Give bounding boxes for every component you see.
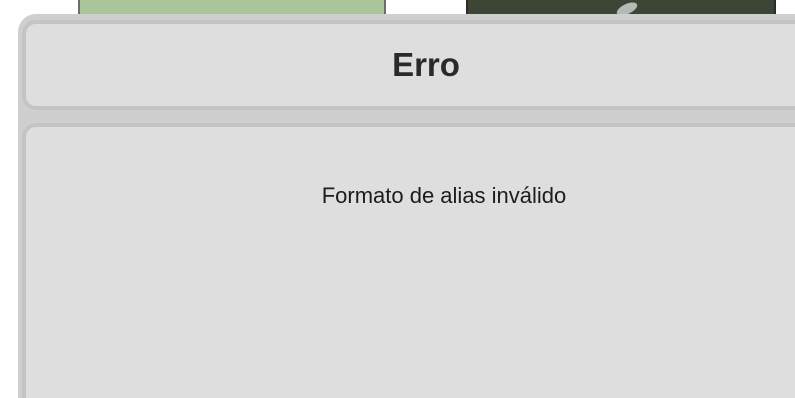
dialog-header: Erro [22, 20, 795, 110]
screen: Erro Formato de alias inválido [0, 0, 795, 398]
dialog-body: Formato de alias inválido [22, 123, 795, 398]
dialog-title: Erro [392, 46, 460, 83]
error-message: Formato de alias inválido [321, 183, 567, 208]
